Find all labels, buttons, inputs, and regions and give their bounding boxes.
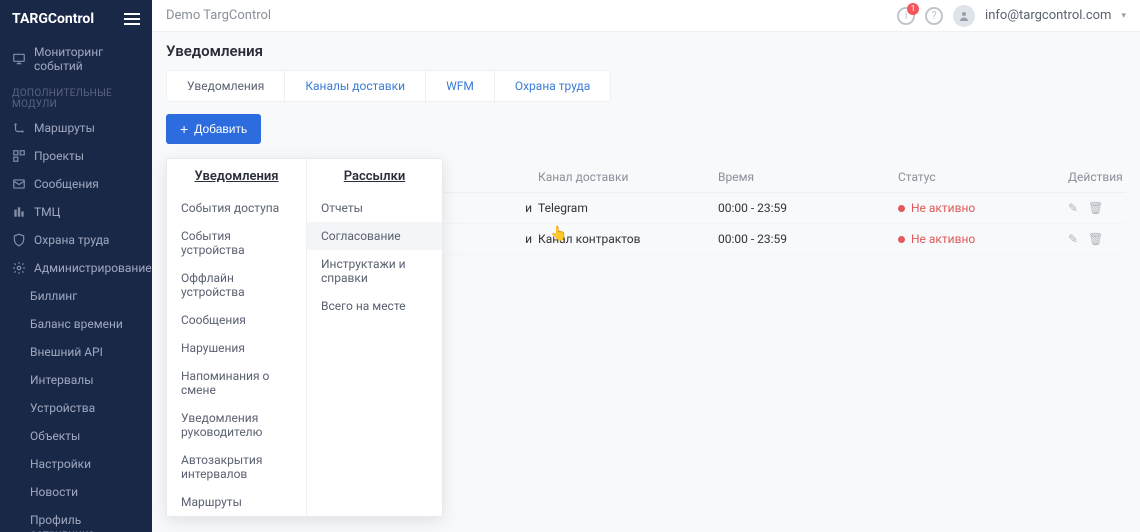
dd-item-auto-close[interactable]: Автозакрытия интервалов (167, 446, 306, 488)
sidebar-item-tmc[interactable]: ТМЦ (0, 198, 152, 226)
dd-item-routes[interactable]: Маршруты (167, 488, 306, 516)
dropdown-head-notifications: Уведомления (167, 159, 306, 194)
plus-icon: + (180, 122, 188, 136)
edit-icon[interactable]: ✎ (1068, 201, 1078, 215)
shield-icon (12, 233, 26, 247)
cell-time: 00:00 - 23:59 (718, 232, 898, 246)
sidebar-sub-profile[interactable]: Профиль сотрудника (0, 506, 152, 532)
sidebar-sub-balance[interactable]: Баланс времени (0, 310, 152, 338)
dd-item-approval[interactable]: Согласование (307, 222, 442, 250)
info-icon[interactable]: i1 (897, 7, 915, 25)
status-dot-icon (898, 205, 905, 212)
dd-item-offline-devices[interactable]: Оффлайн устройства (167, 264, 306, 306)
tabs: Уведомления Каналы доставки WFM Охрана т… (166, 70, 611, 102)
cell-time: 00:00 - 23:59 (718, 201, 898, 215)
status-badge: Не активно (898, 232, 1068, 246)
dd-item-total-onsite[interactable]: Всего на месте (307, 292, 442, 320)
mail-icon (12, 177, 26, 191)
avatar[interactable] (953, 5, 975, 27)
delete-icon[interactable]: 🗑 (1088, 201, 1103, 215)
brand-logo: TARGControl (12, 11, 94, 27)
notification-badge: 1 (907, 3, 919, 15)
status-badge: Не активно (898, 201, 1068, 215)
dd-item-shift-reminders[interactable]: Напоминания о смене (167, 362, 306, 404)
status-dot-icon (898, 236, 905, 243)
sidebar-item-monitoring[interactable]: Мониторинг событий (0, 38, 152, 80)
sidebar-sub-devices[interactable]: Устройства (0, 394, 152, 422)
chevron-down-icon[interactable]: ▾ (1121, 11, 1126, 21)
cell-channel: Telegram (538, 201, 718, 215)
sidebar-sub-settings[interactable]: Настройки (0, 450, 152, 478)
route-icon (12, 121, 26, 135)
sidebar-sub-objects[interactable]: Объекты (0, 422, 152, 450)
sidebar-item-routes[interactable]: Маршруты (0, 114, 152, 142)
tab-wfm[interactable]: WFM (426, 71, 495, 101)
gear-icon (12, 261, 26, 275)
monitor-icon (12, 52, 26, 66)
edit-icon[interactable]: ✎ (1068, 232, 1078, 246)
sidebar-item-messages[interactable]: Сообщения (0, 170, 152, 198)
dd-item-messages[interactable]: Сообщения (167, 306, 306, 334)
sidebar-sub-api[interactable]: Внешний API (0, 338, 152, 366)
sidebar-sub-news[interactable]: Новости (0, 478, 152, 506)
tab-safety[interactable]: Охрана труда (495, 71, 610, 101)
delete-icon[interactable]: 🗑 (1088, 232, 1103, 246)
cell-channel: Канал контрактов (538, 232, 718, 246)
dd-item-reports[interactable]: Отчеты (307, 194, 442, 222)
dropdown-head-mailings: Рассылки (307, 159, 442, 194)
sidebar-section-extra: ДОПОЛНИТЕЛЬНЫЕ МОДУЛИ (0, 80, 152, 114)
page-title: Уведомления (166, 42, 1126, 60)
sidebar-item-projects[interactable]: Проекты (0, 142, 152, 170)
tab-notifications[interactable]: Уведомления (167, 71, 285, 101)
sidebar-sub-intervals[interactable]: Интервалы (0, 366, 152, 394)
add-dropdown: Уведомления События доступа События устр… (166, 158, 443, 517)
dd-item-violations[interactable]: Нарушения (167, 334, 306, 362)
dd-item-access-events[interactable]: События доступа (167, 194, 306, 222)
tab-channels[interactable]: Каналы доставки (285, 71, 426, 101)
inventory-icon (12, 205, 26, 219)
add-button[interactable]: + Добавить (166, 114, 261, 144)
dd-item-instructions[interactable]: Инструктажи и справки (307, 250, 442, 292)
sidebar-item-safety[interactable]: Охрана труда (0, 226, 152, 254)
sidebar-sub-billing[interactable]: Биллинг (0, 282, 152, 310)
sidebar-item-admin[interactable]: Администрирование ⌄ (0, 254, 152, 282)
help-icon[interactable]: ? (925, 7, 943, 25)
dd-item-manager-notif[interactable]: Уведомления руководителю (167, 404, 306, 446)
user-email[interactable]: info@targcontrol.com (985, 8, 1111, 23)
sidebar-toggle[interactable] (124, 10, 140, 28)
projects-icon (12, 149, 26, 163)
breadcrumb[interactable]: Demo TargControl (166, 8, 271, 23)
dd-item-device-events[interactable]: События устройства (167, 222, 306, 264)
